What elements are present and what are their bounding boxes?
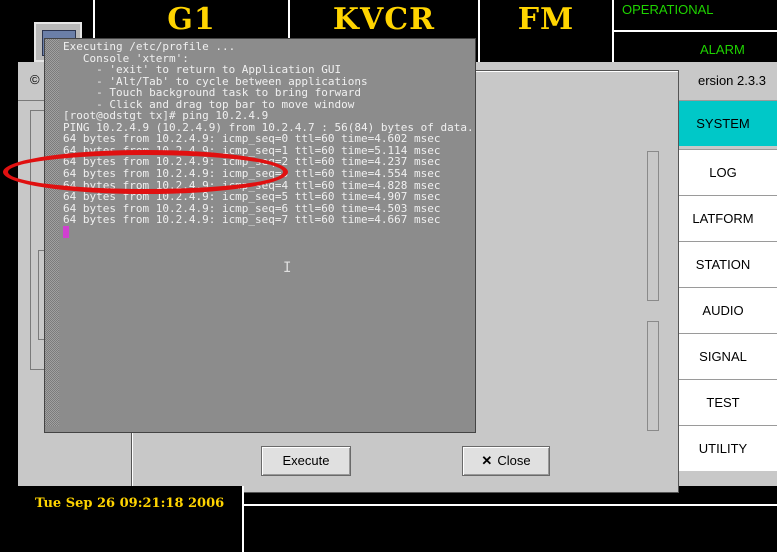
text-cursor-icon: I [283,260,292,276]
close-button[interactable]: ✕ Close [462,446,550,476]
terminal-line: Executing /etc/profile ... [63,40,236,53]
menu-audio[interactable]: AUDIO [677,287,777,333]
exporter-app: G1 Exporter KVCR FM OPERATIONAL ALARM © … [0,0,777,552]
terminal-line: - Touch background task to bring forward [63,86,362,100]
datetime-panel: Tue Sep 26 09:21:18 2006 [18,486,244,552]
side-menu: SYSTEM LOG LATFORM STATION AUDIO SIGNAL … [677,100,777,486]
menu-platform[interactable]: LATFORM [677,195,777,241]
band-label: FM [517,2,575,37]
menu-log[interactable]: LOG [677,149,777,195]
version-label: ersion 2.3.3 [698,73,766,88]
xterm-output[interactable]: Executing /etc/profile ... Console 'xter… [63,40,474,238]
terminal-line: 64 bytes from 10.2.4.9: icmp_seq=7 ttl=6… [63,213,441,227]
close-button-label: Close [497,453,531,468]
status-operational: OPERATIONAL [622,2,714,17]
dialog-side-frame-lower [647,321,659,431]
menu-system[interactable]: SYSTEM [677,100,777,146]
terminal-line: - 'exit' to return to Application GUI [63,63,342,77]
dialog-side-frame [647,151,659,301]
xterm-window[interactable]: Executing /etc/profile ... Console 'xter… [44,38,476,433]
menu-signal[interactable]: SIGNAL [677,333,777,379]
highlight-ellipse [3,150,288,194]
band-cell: FM [478,0,612,62]
execute-button[interactable]: Execute [261,446,351,476]
menu-utility[interactable]: UTILITY [677,425,777,471]
station-name: KVCR [332,2,436,37]
copyright-text: © [30,72,40,87]
terminal-cursor [63,225,69,238]
datetime-text: Tue Sep 26 09:21:18 2006 [35,496,225,511]
status-divider [612,30,777,32]
menu-station[interactable]: STATION [677,241,777,287]
terminal-cursor-line [63,225,471,238]
status-alarm: ALARM [700,42,745,57]
xterm-scrollbar[interactable] [45,39,59,426]
menu-test[interactable]: TEST [677,379,777,425]
close-icon: ✕ [481,453,493,468]
footer-divider [244,504,777,506]
